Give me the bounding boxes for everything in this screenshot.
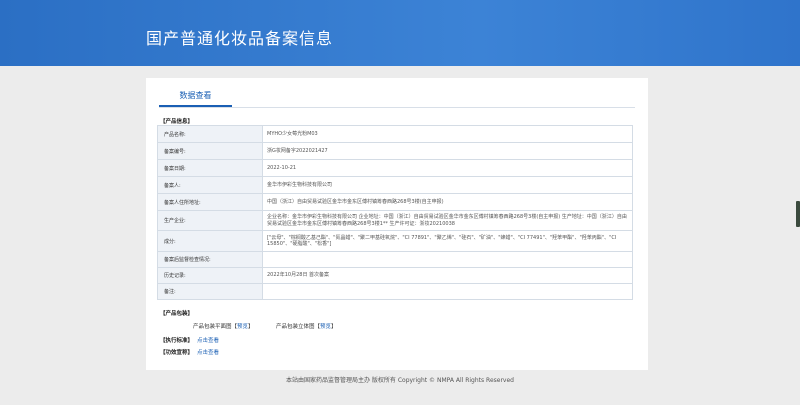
row-key: 成分: (157, 230, 263, 252)
row-value (262, 251, 633, 268)
row-value: 2022年10月28日 首次备案 (262, 267, 633, 284)
row-value: 浙G妆网备字2022021427 (262, 142, 633, 160)
table-row: 成分: ["云母"、"棕榈酸乙基己酯"、"氮晶蜡"、"聚二甲基硅氧烷"、"CI … (157, 230, 633, 252)
row-value: 企业名称：金华市伊彩生物科技有限公司 企业地址：中国（浙江）自由贸易试验区金华市… (262, 210, 633, 231)
product-info-section-label: 【产品信息】 (160, 119, 194, 125)
table-row: 生产企业: 企业名称：金华市伊彩生物科技有限公司 企业地址：中国（浙江）自由贸易… (157, 210, 633, 231)
standard-view-link[interactable]: 点击查看 (197, 336, 219, 344)
table-row: 备案人: 金华市伊彩生物科技有限公司 (157, 176, 633, 194)
row-key: 历史记录: (157, 267, 263, 284)
package-solid-row: 产品包装立体图【预览】 (276, 322, 337, 330)
row-key: 备注: (157, 283, 263, 300)
table-row: 备案后监督检查情况: (157, 251, 633, 268)
row-value: 金华市伊彩生物科技有限公司 (262, 176, 633, 194)
package-flat-bracket: 】 (248, 324, 254, 330)
product-info-table: 产品名称: MYHO少女莓光粉M03 备案编号: 浙G妆网备字202202142… (157, 125, 633, 300)
footer-copyright: 本站由国家药品监督管理局主办 版权所有 Copyright © NMPA All… (286, 377, 514, 384)
row-value: MYHO少女莓光粉M03 (262, 125, 633, 143)
row-key: 产品名称: (157, 125, 263, 143)
standard-section-label: 【执行标准】 (160, 338, 194, 344)
row-key: 备案日期: (157, 159, 263, 177)
table-row: 备案日期: 2022-10-21 (157, 159, 633, 177)
page-title: 国产普通化妆品备案信息 (146, 29, 334, 48)
table-row: 备案编号: 浙G妆网备字2022021427 (157, 142, 633, 160)
package-flat-preview-link[interactable]: 预览 (237, 324, 248, 330)
efficacy-section-label: 【功效宣称】 (160, 350, 194, 356)
page-scrollbar-thumb[interactable] (796, 201, 800, 227)
table-row: 历史记录: 2022年10月28日 首次备案 (157, 267, 633, 284)
row-value (262, 283, 633, 300)
row-key: 备案编号: (157, 142, 263, 160)
table-row: 备注: (157, 283, 633, 300)
row-value: 中国（浙江）自由贸易试验区金华市金东区傅村镇筹春西路268号3楼(自主申报) (262, 193, 633, 211)
table-row: 备案人住所地址: 中国（浙江）自由贸易试验区金华市金东区傅村镇筹春西路268号3… (157, 193, 633, 211)
row-value: ["云母"、"棕榈酸乙基己酯"、"氮晶蜡"、"聚二甲基硅氧烷"、"CI 7789… (262, 230, 633, 252)
package-solid-label: 产品包装立体图【 (276, 324, 321, 330)
table-row: 产品名称: MYHO少女莓光粉M03 (157, 125, 633, 143)
row-value: 2022-10-21 (262, 159, 633, 177)
package-flat-row: 产品包装平面图【预览】 (193, 322, 254, 330)
row-key: 备案人: (157, 176, 263, 194)
row-key: 备案人住所地址: (157, 193, 263, 211)
tab-divider (159, 107, 635, 108)
package-solid-bracket: 】 (331, 324, 337, 330)
row-key: 备案后监督检查情况: (157, 251, 263, 268)
row-key: 生产企业: (157, 210, 263, 231)
package-solid-preview-link[interactable]: 预览 (320, 324, 331, 330)
package-section-label: 【产品包装】 (160, 311, 194, 317)
header-banner: 国产普通化妆品备案信息 (0, 0, 800, 66)
efficacy-view-link[interactable]: 点击查看 (197, 348, 219, 356)
package-flat-label: 产品包装平面图【 (193, 324, 238, 330)
